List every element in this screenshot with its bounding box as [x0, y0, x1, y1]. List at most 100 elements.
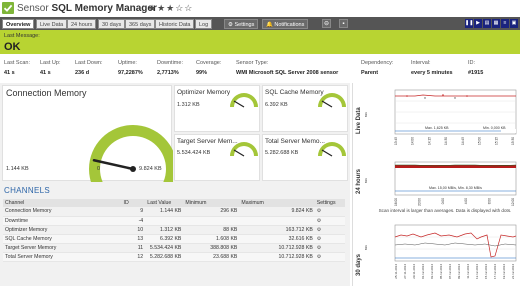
channel-name[interactable]: SQL Cache Memory [3, 234, 122, 244]
main-gauge-value: 1.144 KB [6, 166, 29, 172]
notifications-button[interactable]: 🔔 Notifications [262, 19, 309, 29]
x-tick-label: 16:00 [394, 198, 398, 206]
channel-id: 11 [121, 243, 146, 253]
small-gauge [318, 93, 346, 108]
pause-sensor-icon[interactable]: ❚❚ [465, 19, 473, 28]
channel-id: -4 [121, 216, 146, 226]
small-gauge [318, 142, 346, 157]
channel-maximum: 32.616 KB [239, 234, 315, 244]
month-yunit: KB [365, 245, 368, 250]
gauge-arc [318, 93, 346, 107]
gear-icon[interactable]: ⚙ [317, 245, 321, 251]
tab-log[interactable]: Log [195, 19, 213, 29]
notifications-label: Notifications [274, 22, 305, 28]
gear-icon[interactable]: ⚙ [317, 236, 321, 242]
gear-icon[interactable]: ⚙ [317, 227, 321, 233]
gauge-optimizer-memory: Optimizer Memory 1.312 KB [174, 85, 260, 132]
channel-last-value: 5.282.688 KB [145, 252, 184, 262]
gauge-target-server-memory: Target Server Mem... 5.534.424 KB [174, 134, 260, 181]
info-coverage: Coverage: 99% [196, 60, 222, 76]
delete-icon[interactable]: ▪ [339, 19, 348, 28]
channel-last-value: 5.534.424 KB [145, 243, 184, 253]
day-yunit: KB [365, 178, 368, 183]
status-bar: Last Message: OK [0, 30, 520, 54]
gear-icon[interactable]: ⚙ [317, 254, 321, 260]
col-channel[interactable]: Channel [3, 199, 122, 207]
table-row[interactable]: Connection Memory 9 1.144 KB 296 KB 9.82… [3, 207, 345, 217]
tab-historic-data[interactable]: Historic Data [155, 19, 195, 29]
gauge-arc [230, 93, 258, 107]
channel-name[interactable]: Downtime [3, 216, 122, 226]
table-row[interactable]: Optimizer Memory 10 1.312 KB 88 KB 163.7… [3, 225, 345, 235]
gauge-arc [318, 142, 346, 156]
col-id[interactable]: ID [121, 199, 146, 207]
gauge-needle [233, 149, 245, 157]
channel-maximum: 10.712.928 KB [239, 252, 315, 262]
check-now-icon[interactable]: ▶ [474, 19, 482, 28]
x-tick-label: 14:45 [461, 137, 465, 145]
gauge-title: SQL Cache Memory [265, 89, 324, 96]
channel-id: 10 [121, 225, 146, 235]
tab-30-days[interactable]: 30 days [98, 19, 126, 29]
tab-365-days[interactable]: 365 days [125, 19, 156, 29]
gauge-total-server-memory: Total Server Memo... 5.282.688 KB [262, 134, 348, 181]
x-tick-label: 14:15 [427, 137, 431, 145]
sensor-header: Sensor SQL Memory Manager ★★★☆☆ [0, 0, 520, 17]
channel-maximum: 9.824 KB [239, 207, 315, 217]
x-tick-label: 15:00 [478, 137, 482, 145]
x-tick-label: 11.12.2014 [466, 264, 470, 279]
info-downtime: Downtime: 2,7713% [157, 60, 183, 76]
info-last-up: Last Up: 41 s [40, 60, 61, 76]
x-tick-label: 0:00 [441, 198, 445, 204]
channel-name[interactable]: Target Server Memory [3, 243, 122, 253]
gauge-title: Total Server Memo... [265, 138, 325, 145]
col-minimum[interactable]: Minimum [183, 199, 240, 207]
live-legend-left: Max. 1,625 KB [425, 126, 449, 130]
col-maximum[interactable]: Maximum [239, 199, 315, 207]
layout-icon[interactable]: ▤ [483, 19, 491, 28]
grid-icon[interactable]: ▦ [492, 19, 500, 28]
info-last-scan: Last Scan: 41 s [4, 60, 30, 76]
info-uptime: Uptime: 97,2287% [118, 60, 143, 76]
graph-label-30d: 30 days [356, 253, 362, 276]
tab-overview[interactable]: Overview [2, 19, 35, 29]
col-last-value[interactable]: Last Value [145, 199, 184, 207]
channel-name[interactable]: Connection Memory [3, 207, 122, 217]
gauge-title: Optimizer Memory [177, 89, 231, 96]
x-tick-label: 03.12.2014 [430, 264, 434, 279]
gauge-needle [321, 149, 333, 157]
tab-24-hours[interactable]: 24 hours [67, 19, 97, 29]
gear-icon[interactable]: ⚙ [317, 218, 321, 224]
table-row[interactable]: Downtime -4 ⚙ [3, 216, 345, 226]
gauge-sql-cache-memory: SQL Cache Memory 6.392 KB [262, 85, 348, 132]
channels-title: CHANNELS [4, 186, 50, 195]
settings-button[interactable]: ⚙ Settings [224, 19, 259, 29]
history-graphs[interactable]: KB Max. 1,625 KB Min. 0,000 KB 13:45 14:0… [365, 85, 518, 284]
priority-stars[interactable]: ★★★☆☆ [148, 3, 193, 14]
map-icon[interactable]: ▣ [510, 19, 518, 28]
x-tick-label: 21.12.2014 [511, 264, 515, 279]
main-gauge-panel: Connection Memory 1.144 KB 0 9.824 KB [2, 85, 173, 182]
channel-last-value: 1.312 KB [145, 225, 184, 235]
channel-name[interactable]: Total Server Memory [3, 252, 122, 262]
channel-id: 13 [121, 234, 146, 244]
graph-label-live: Live Data [356, 107, 362, 134]
table-row[interactable]: SQL Cache Memory 13 6.392 KB 1.608 KB 32… [3, 234, 345, 244]
channel-name[interactable]: Optimizer Memory [3, 225, 122, 235]
table-row[interactable]: Total Server Memory 12 5.282.688 KB 23.6… [3, 252, 345, 262]
gauge-arc [230, 142, 258, 156]
gear-icon[interactable]: ⚙ [317, 208, 321, 214]
x-tick-label: 09.12.2014 [457, 264, 461, 279]
x-tick-label: 01.12.2014 [421, 264, 425, 279]
gauge-value: 5.534.424 KB [177, 150, 211, 156]
info-interval: Interval: every 5 minutes [411, 60, 453, 76]
list-icon[interactable]: ≡ [501, 19, 509, 28]
x-tick-label: 15:30 [511, 137, 515, 145]
status-label: Last Message: [4, 33, 40, 39]
table-row[interactable]: Target Server Memory 11 5.534.424 KB 388… [3, 243, 345, 253]
status-value: OK [4, 41, 21, 53]
x-tick-label: 14:30 [444, 137, 448, 145]
pause-icon[interactable]: ⊖ [322, 19, 331, 28]
tab-live-data[interactable]: Live Data [36, 19, 68, 29]
live-yunit: KB [365, 112, 368, 117]
